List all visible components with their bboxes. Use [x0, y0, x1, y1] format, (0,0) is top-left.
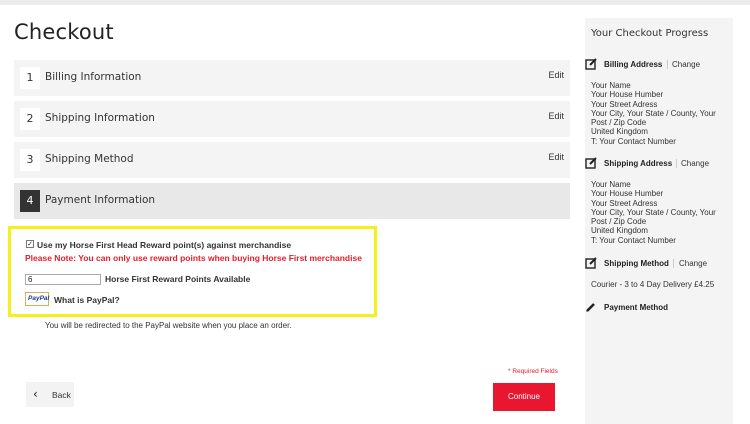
- top-bar: [0, 0, 750, 5]
- address-line: Post / Zip Code: [591, 217, 647, 227]
- edit-shipping-method-link[interactable]: Edit: [548, 152, 564, 162]
- change-shipping-link[interactable]: Change: [681, 159, 709, 168]
- address-line: Your Name: [591, 81, 631, 90]
- edit-shipping-link[interactable]: Edit: [548, 111, 564, 121]
- address-line: Your City, Your State / County, Your: [591, 108, 716, 118]
- chevron-left-icon: ‹: [33, 387, 38, 401]
- page-title: Checkout: [14, 20, 114, 44]
- continue-button[interactable]: Continue: [493, 383, 555, 411]
- edit-billing-link[interactable]: Edit: [548, 70, 564, 80]
- step-number: 2: [20, 108, 40, 130]
- required-fields-note: * Required Fields: [508, 368, 558, 375]
- back-label: Back: [52, 390, 71, 400]
- address-line: Your Street Adress: [591, 99, 658, 109]
- divider: [667, 60, 668, 69]
- paypal-redirect-text: You will be redirected to the PayPal web…: [45, 321, 292, 330]
- address-line: United Kingdom: [591, 127, 648, 137]
- billing-address-block: Your Name Your House Humber Your Street …: [591, 81, 731, 146]
- step-label: Shipping Information: [45, 112, 155, 124]
- change-shipping-method-link[interactable]: Change: [679, 259, 707, 268]
- checkout-progress-sidebar: Your Checkout Progress Billing Address C…: [585, 18, 733, 424]
- what-is-paypal-link[interactable]: What is PayPal?: [54, 295, 120, 305]
- address-line: Your House Humber: [591, 90, 664, 100]
- step-payment-information: 4 Payment Information: [14, 183, 570, 219]
- step-label: Payment Information: [45, 194, 156, 206]
- checkout-progress-title: Your Checkout Progress: [591, 28, 709, 39]
- billing-address-title: Billing Address: [604, 60, 663, 69]
- pencil-icon: [586, 303, 595, 312]
- address-line: Your Street Adress: [591, 198, 658, 208]
- address-line: Your City, Your State / County, Your: [591, 207, 716, 217]
- shipping-address-title: Shipping Address: [604, 159, 673, 168]
- step-billing-information[interactable]: 1 Billing Information Edit: [14, 60, 570, 96]
- shipping-method-value: Courier - 3 to 4 Day Delivery £4.25: [591, 280, 715, 289]
- step-number: 1: [20, 67, 40, 89]
- step-shipping-information[interactable]: 2 Shipping Information Edit: [14, 101, 570, 137]
- reward-points-checkbox[interactable]: ✓: [26, 240, 34, 248]
- shipping-address-block: Your Name Your House Humber Your Street …: [591, 180, 731, 245]
- step-number: 3: [20, 149, 40, 171]
- address-line: Your Name: [591, 180, 631, 189]
- step-label: Shipping Method: [45, 153, 134, 165]
- step-shipping-method[interactable]: 3 Shipping Method Edit: [14, 142, 570, 178]
- shipping-method-title: Shipping Method: [604, 259, 669, 268]
- reward-points-note: Please Note: You can only use reward poi…: [25, 253, 362, 263]
- address-line: Post / Zip Code: [591, 118, 647, 128]
- pencil-square-icon: [585, 157, 597, 169]
- address-line: United Kingdom: [591, 226, 648, 236]
- pencil-square-icon: [585, 257, 597, 269]
- divider: [676, 159, 677, 168]
- paypal-logo-text: PayPal: [28, 295, 50, 302]
- reward-points-available-label: Horse First Reward Points Available: [105, 274, 251, 284]
- divider: [673, 259, 674, 268]
- pencil-square-icon: [585, 58, 597, 70]
- address-line: T: Your Contact Number: [591, 235, 676, 245]
- payment-method-title: Payment Method: [604, 303, 669, 312]
- change-billing-link[interactable]: Change: [672, 60, 700, 69]
- address-line: T: Your Contact Number: [591, 136, 676, 146]
- address-line: Your House Humber: [591, 189, 664, 199]
- back-button[interactable]: ‹ Back: [26, 382, 74, 407]
- paypal-logo: PayPal: [25, 292, 49, 306]
- reward-points-label: Use my Horse First Head Reward point(s) …: [37, 240, 292, 250]
- step-number: 4: [20, 190, 40, 212]
- step-label: Billing Information: [45, 71, 142, 83]
- reward-points-input[interactable]: [25, 274, 101, 285]
